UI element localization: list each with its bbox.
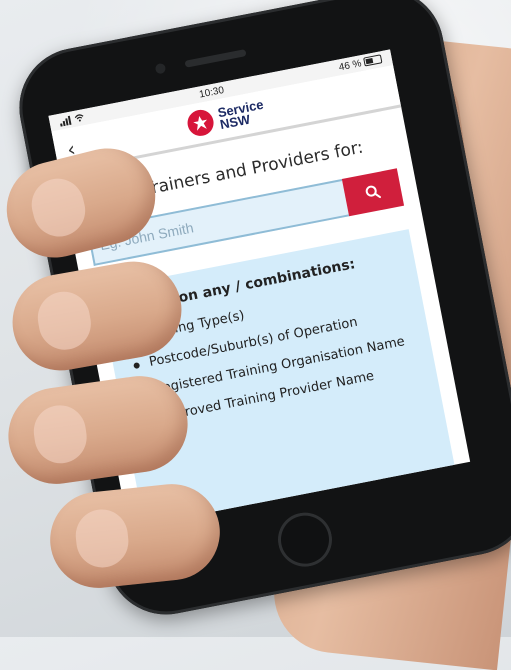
- search-button[interactable]: [341, 168, 405, 217]
- service-nsw-logo: Service NSW: [185, 97, 267, 139]
- wifi-icon: [74, 114, 84, 122]
- battery-icon: [363, 54, 383, 67]
- fingernail: [33, 287, 95, 354]
- search-icon: [365, 185, 381, 199]
- signal-icon: [59, 115, 72, 127]
- home-button[interactable]: [273, 507, 337, 572]
- fingernail: [30, 401, 91, 467]
- bullet-icon: [133, 362, 141, 370]
- fingernail: [73, 506, 131, 571]
- status-signal: [59, 113, 85, 127]
- waratah-logo-icon: [185, 107, 216, 139]
- logo-text: Service NSW: [216, 97, 267, 132]
- fingernail: [26, 173, 91, 243]
- front-camera: [154, 62, 167, 75]
- earpiece-speaker: [184, 49, 247, 68]
